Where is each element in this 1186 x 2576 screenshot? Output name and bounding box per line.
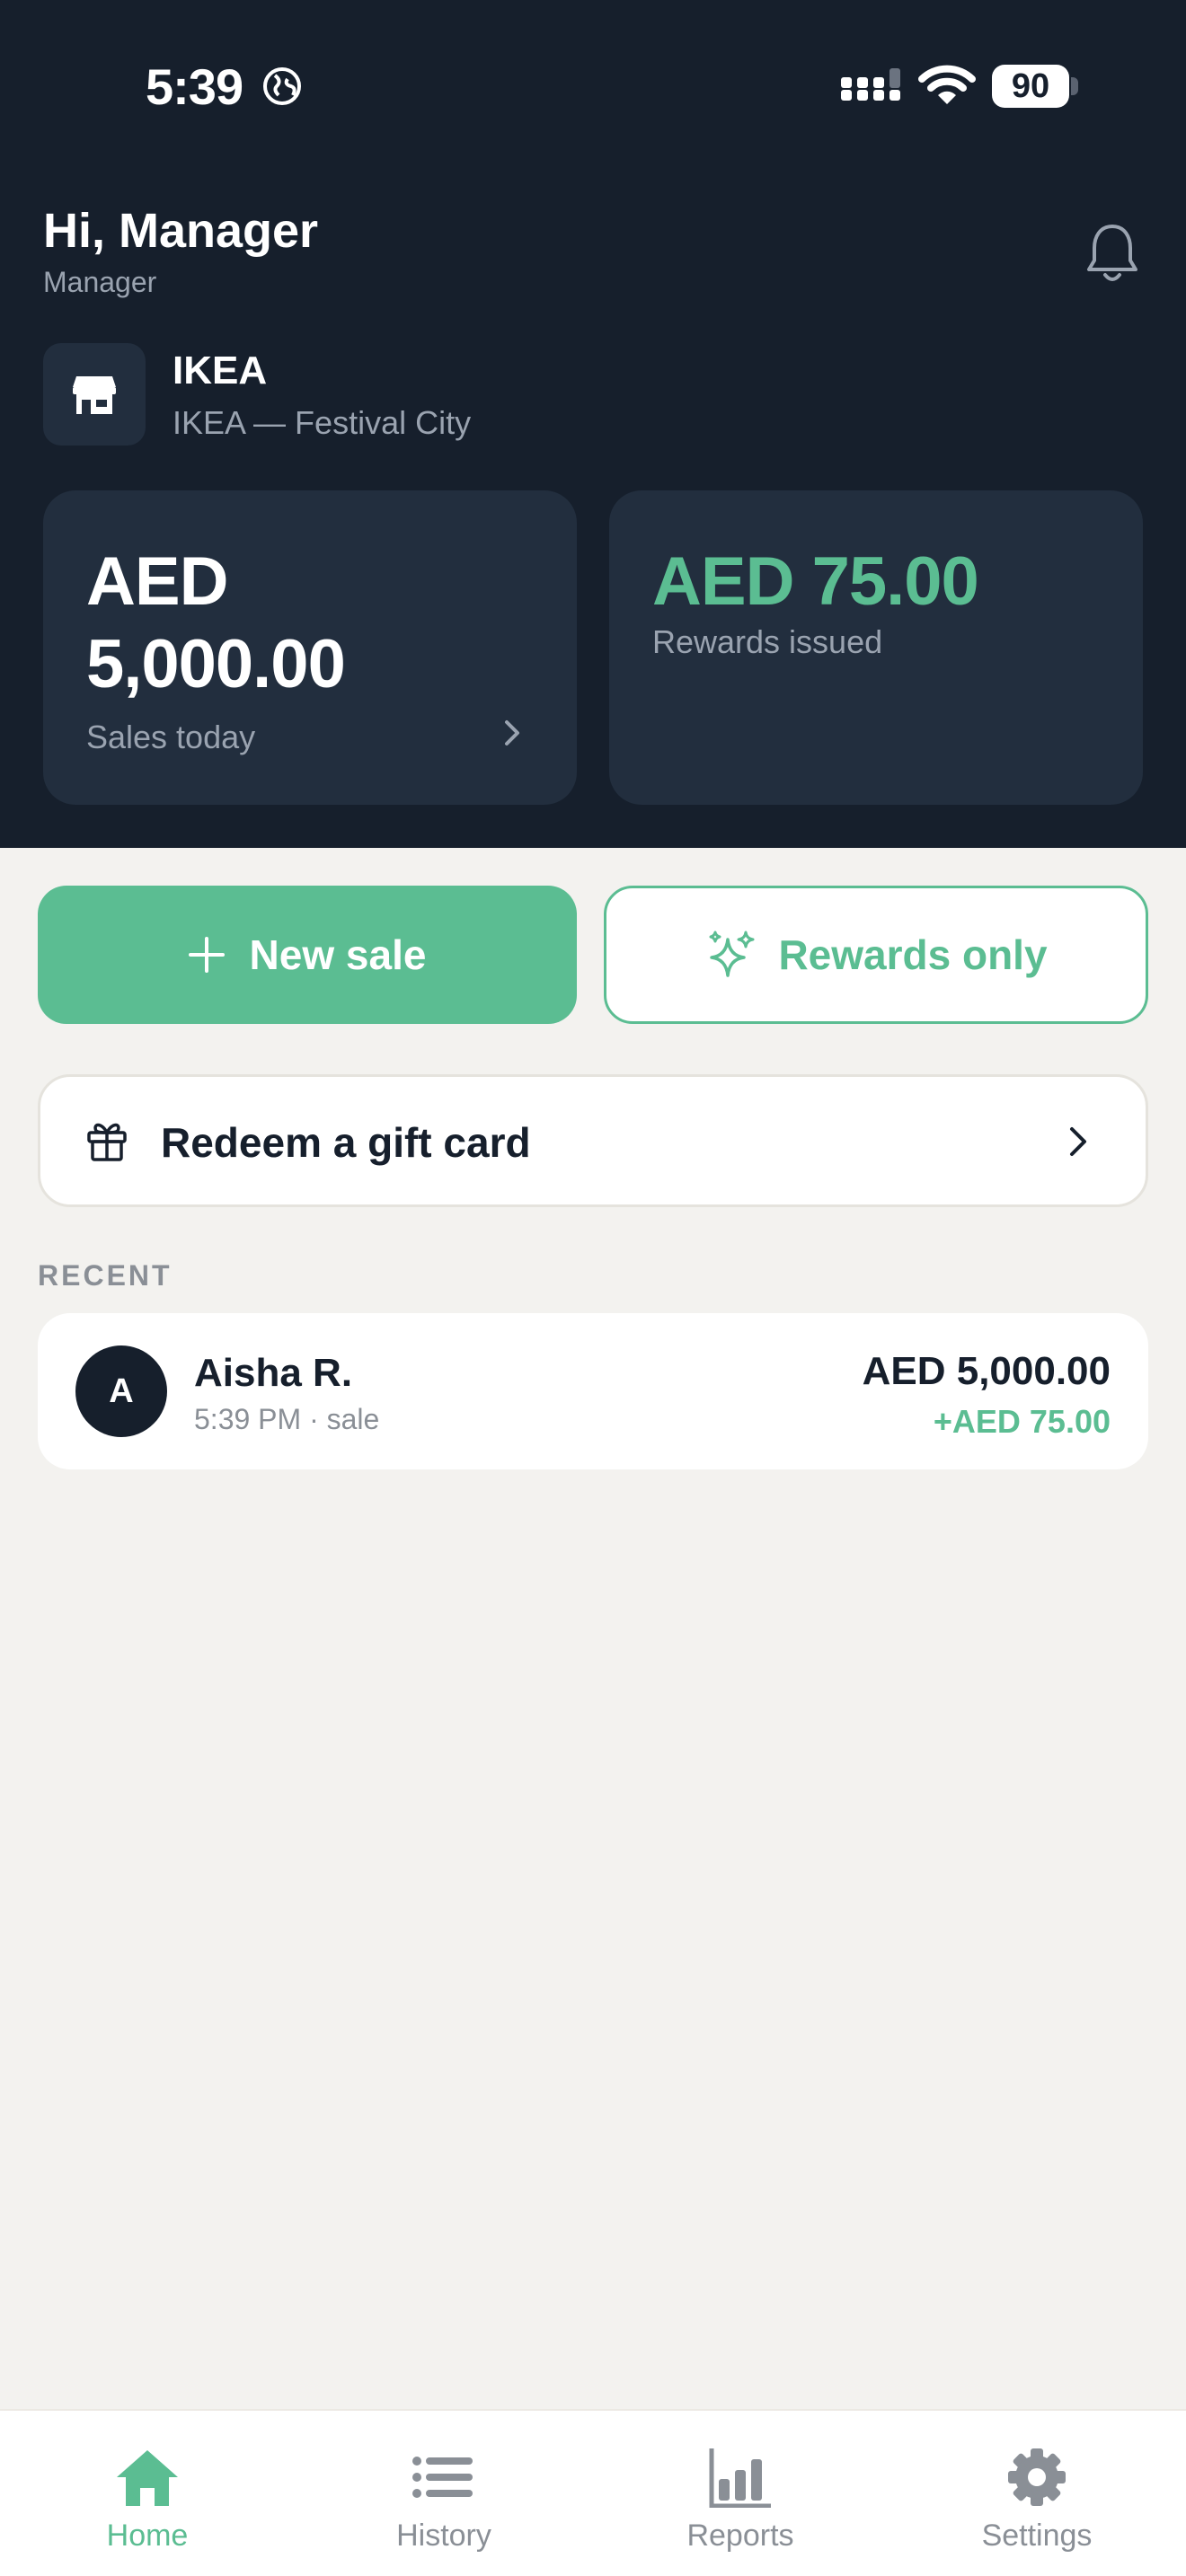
tab-label: Reports xyxy=(686,2519,794,2553)
store-location: IKEA — Festival City xyxy=(173,404,472,441)
sales-today-card[interactable]: AED 5,000.00 Sales today xyxy=(43,490,577,805)
transaction-reward: +AED 75.00 xyxy=(933,1403,1111,1440)
tab-settings[interactable]: Settings xyxy=(929,2447,1145,2554)
tab-label: Home xyxy=(106,2519,189,2553)
rewards-only-button[interactable]: Rewards only xyxy=(604,886,1148,1024)
avatar: A xyxy=(75,1345,167,1437)
rewards-issued-card: AED 75.00 Rewards issued xyxy=(609,490,1143,805)
redeem-gift-card-label: Redeem a gift card xyxy=(161,1119,531,1166)
chevron-right-icon xyxy=(1070,1127,1086,1156)
sales-amount: AED 5,000.00 xyxy=(86,541,500,706)
sales-currency: AED xyxy=(86,543,228,620)
new-sale-button[interactable]: New sale xyxy=(38,886,577,1024)
transaction-meta: 5:39 PM · sale xyxy=(194,1403,380,1435)
status-time: 5:39 xyxy=(146,58,243,115)
transaction-row[interactable]: A Aisha R. 5:39 PM · sale AED 5,000.00 +… xyxy=(38,1313,1148,1469)
list-icon xyxy=(412,2457,473,2498)
plus-icon xyxy=(188,937,225,973)
tab-home[interactable]: Home xyxy=(40,2447,255,2554)
rewards-amount: AED 75.00 xyxy=(652,543,979,620)
user-role: Manager xyxy=(43,266,157,298)
rewards-only-label: Rewards only xyxy=(778,931,1048,978)
sales-label: Sales today xyxy=(86,719,256,755)
bottom-tab-bar: Home History Reports Settings xyxy=(0,2409,1186,2576)
store-icon xyxy=(73,376,116,414)
chevron-right-icon xyxy=(505,720,519,745)
sales-value: 5,000.00 xyxy=(86,626,346,702)
redeem-gift-card-row[interactable]: Redeem a gift card xyxy=(38,1074,1148,1207)
home-icon xyxy=(117,2450,178,2506)
store-name: IKEA xyxy=(173,348,268,393)
greeting-title: Hi, Manager xyxy=(43,204,319,258)
dashboard-header: 5:39 90 Hi, Manager Manager IKEA IKEA — … xyxy=(0,0,1186,848)
new-sale-label: New sale xyxy=(249,931,427,978)
tab-label: History xyxy=(396,2519,491,2553)
store-icon-box xyxy=(43,343,146,446)
battery-cap xyxy=(1071,77,1078,95)
tab-reports[interactable]: Reports xyxy=(633,2447,848,2554)
cellular-signal-icon xyxy=(841,68,900,101)
gift-icon xyxy=(87,1123,127,1161)
globe-icon xyxy=(263,67,301,105)
bar-chart-icon xyxy=(709,2448,771,2508)
tab-history[interactable]: History xyxy=(336,2447,552,2554)
tab-label: Settings xyxy=(981,2519,1093,2553)
sparkles-icon xyxy=(709,931,755,977)
transaction-amount: AED 5,000.00 xyxy=(862,1349,1111,1393)
customer-name: Aisha R. xyxy=(194,1351,353,1395)
battery-indicator: 90 xyxy=(992,65,1069,108)
rewards-label: Rewards issued xyxy=(652,623,883,660)
bell-icon[interactable] xyxy=(1084,221,1141,286)
recent-section-title: RECENT xyxy=(38,1259,173,1292)
gear-icon xyxy=(1008,2448,1066,2506)
wifi-icon xyxy=(918,65,976,104)
